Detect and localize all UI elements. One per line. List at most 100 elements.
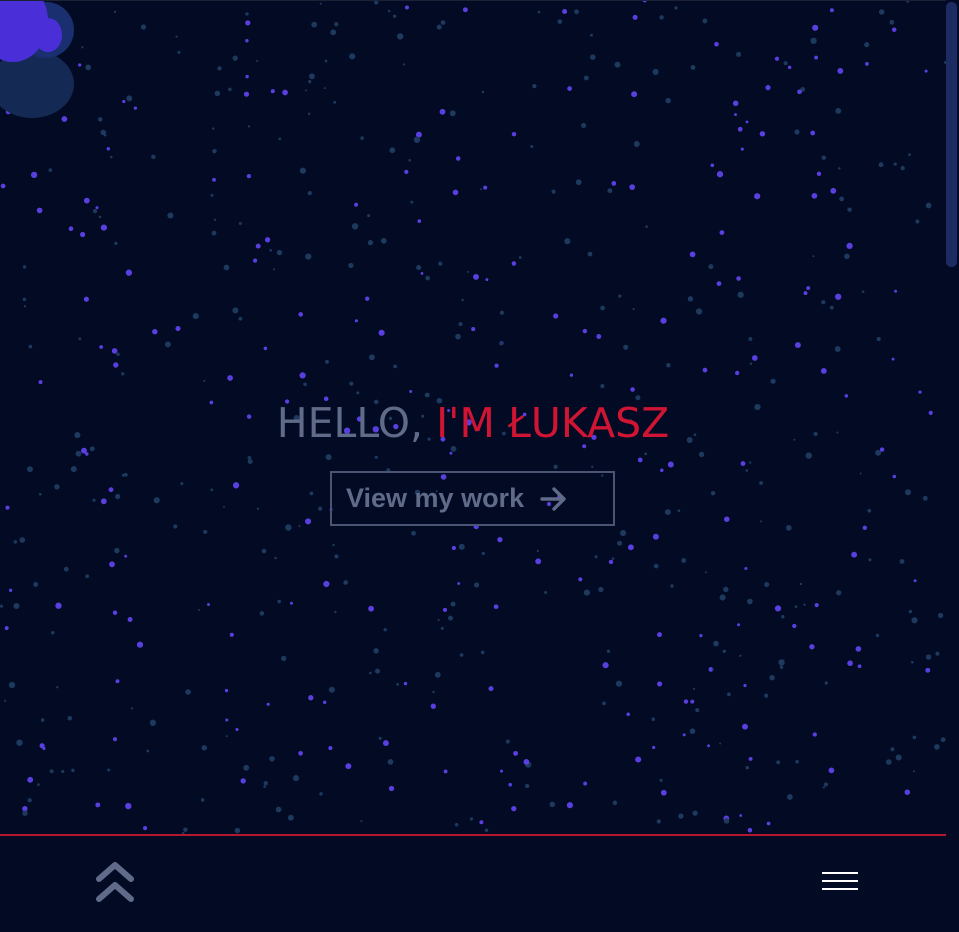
- star-dot: [764, 581, 770, 588]
- star-dot: [113, 362, 119, 368]
- star-dot: [146, 749, 150, 753]
- star-dot: [537, 10, 541, 14]
- star-dot: [617, 540, 623, 546]
- star-dot: [719, 742, 722, 745]
- star-dot: [92, 498, 96, 502]
- star-dot: [203, 529, 208, 534]
- star-dot: [457, 582, 461, 585]
- star-dot: [600, 305, 605, 311]
- star-dot: [307, 112, 311, 116]
- star-dot: [420, 271, 424, 275]
- star-dot: [61, 769, 65, 774]
- star-dot: [918, 390, 922, 394]
- star-dot: [93, 209, 98, 214]
- star-dot: [645, 225, 648, 228]
- star-dot: [500, 769, 503, 773]
- star-dot: [776, 760, 781, 765]
- star-dot: [732, 100, 739, 107]
- star-dot: [626, 712, 630, 717]
- hero-section: HELLO, I'M ŁUKASZ: [0, 395, 946, 451]
- star-dot: [323, 87, 326, 90]
- scrollbar[interactable]: [946, 0, 959, 932]
- star-dot: [269, 248, 273, 252]
- star-dot: [83, 197, 90, 204]
- star-dot: [834, 346, 841, 352]
- star-dot: [865, 62, 869, 66]
- star-dot: [264, 237, 271, 243]
- star-dot: [348, 262, 354, 269]
- scrollbar-thumb[interactable]: [946, 2, 957, 267]
- star-dot: [37, 783, 40, 786]
- star-dot: [710, 490, 716, 496]
- star-dot: [245, 12, 249, 16]
- star-dot: [824, 681, 828, 685]
- scroll-to-top-button[interactable]: [94, 859, 136, 909]
- hero-name: I'M ŁUKASZ: [436, 399, 670, 447]
- star-dot: [311, 21, 318, 28]
- star-dot: [114, 547, 120, 554]
- decorative-blob: [34, 18, 62, 52]
- star-dot: [356, 391, 360, 395]
- star-dot: [575, 179, 582, 186]
- star-dot: [122, 99, 126, 104]
- star-dot: [263, 346, 268, 351]
- star-dot: [109, 561, 115, 568]
- star-dot: [354, 319, 358, 323]
- star-dot: [334, 554, 339, 559]
- star-dot: [689, 251, 696, 258]
- star-dot: [471, 327, 476, 332]
- star-dot: [618, 294, 622, 298]
- star-dot: [125, 802, 132, 810]
- star-dot: [630, 387, 635, 392]
- star-dot: [653, 563, 659, 569]
- star-dot: [754, 193, 761, 200]
- star-dot: [452, 189, 459, 196]
- star-dot: [724, 516, 730, 522]
- star-dot: [682, 733, 686, 737]
- star-dot: [878, 162, 884, 168]
- star-dot: [259, 611, 265, 616]
- hamburger-menu-icon[interactable]: [820, 866, 860, 896]
- star-dot: [612, 800, 618, 806]
- star-dot: [61, 116, 68, 122]
- star-dot: [657, 681, 663, 687]
- star-dot: [405, 5, 409, 10]
- star-dot: [19, 537, 26, 543]
- star-dot: [637, 457, 643, 463]
- star-dot: [505, 739, 510, 744]
- star-dot: [660, 789, 667, 796]
- star-dot: [183, 827, 188, 832]
- star-dot: [659, 778, 663, 782]
- star-dot: [55, 602, 62, 609]
- star-dot: [212, 177, 216, 182]
- star-dot: [484, 828, 489, 833]
- star-dot: [106, 147, 111, 151]
- star-dot: [38, 492, 42, 496]
- star-dot: [308, 73, 315, 80]
- star-dot: [666, 362, 671, 368]
- star-dot: [367, 239, 374, 246]
- star-dot: [38, 380, 43, 385]
- star-dot: [838, 167, 841, 170]
- star-dot: [354, 202, 359, 207]
- star-dot: [922, 495, 928, 501]
- star-dot: [22, 297, 27, 302]
- view-my-work-button[interactable]: View my work: [330, 471, 615, 526]
- star-dot: [805, 452, 812, 459]
- star-dot: [387, 9, 391, 13]
- star-dot: [602, 701, 606, 706]
- star-dot: [553, 464, 558, 469]
- star-dot: [511, 261, 517, 266]
- star-dot: [823, 782, 829, 787]
- star-dot: [751, 355, 758, 361]
- star-dot: [778, 659, 785, 666]
- star-dot: [835, 293, 842, 300]
- star-dot: [652, 745, 656, 750]
- star-dot: [351, 223, 359, 230]
- star-dot: [811, 192, 818, 199]
- star-dot: [100, 498, 107, 505]
- star-dot: [737, 623, 741, 627]
- star-dot: [133, 106, 138, 110]
- star-dot: [821, 300, 826, 305]
- star-dot: [413, 136, 421, 143]
